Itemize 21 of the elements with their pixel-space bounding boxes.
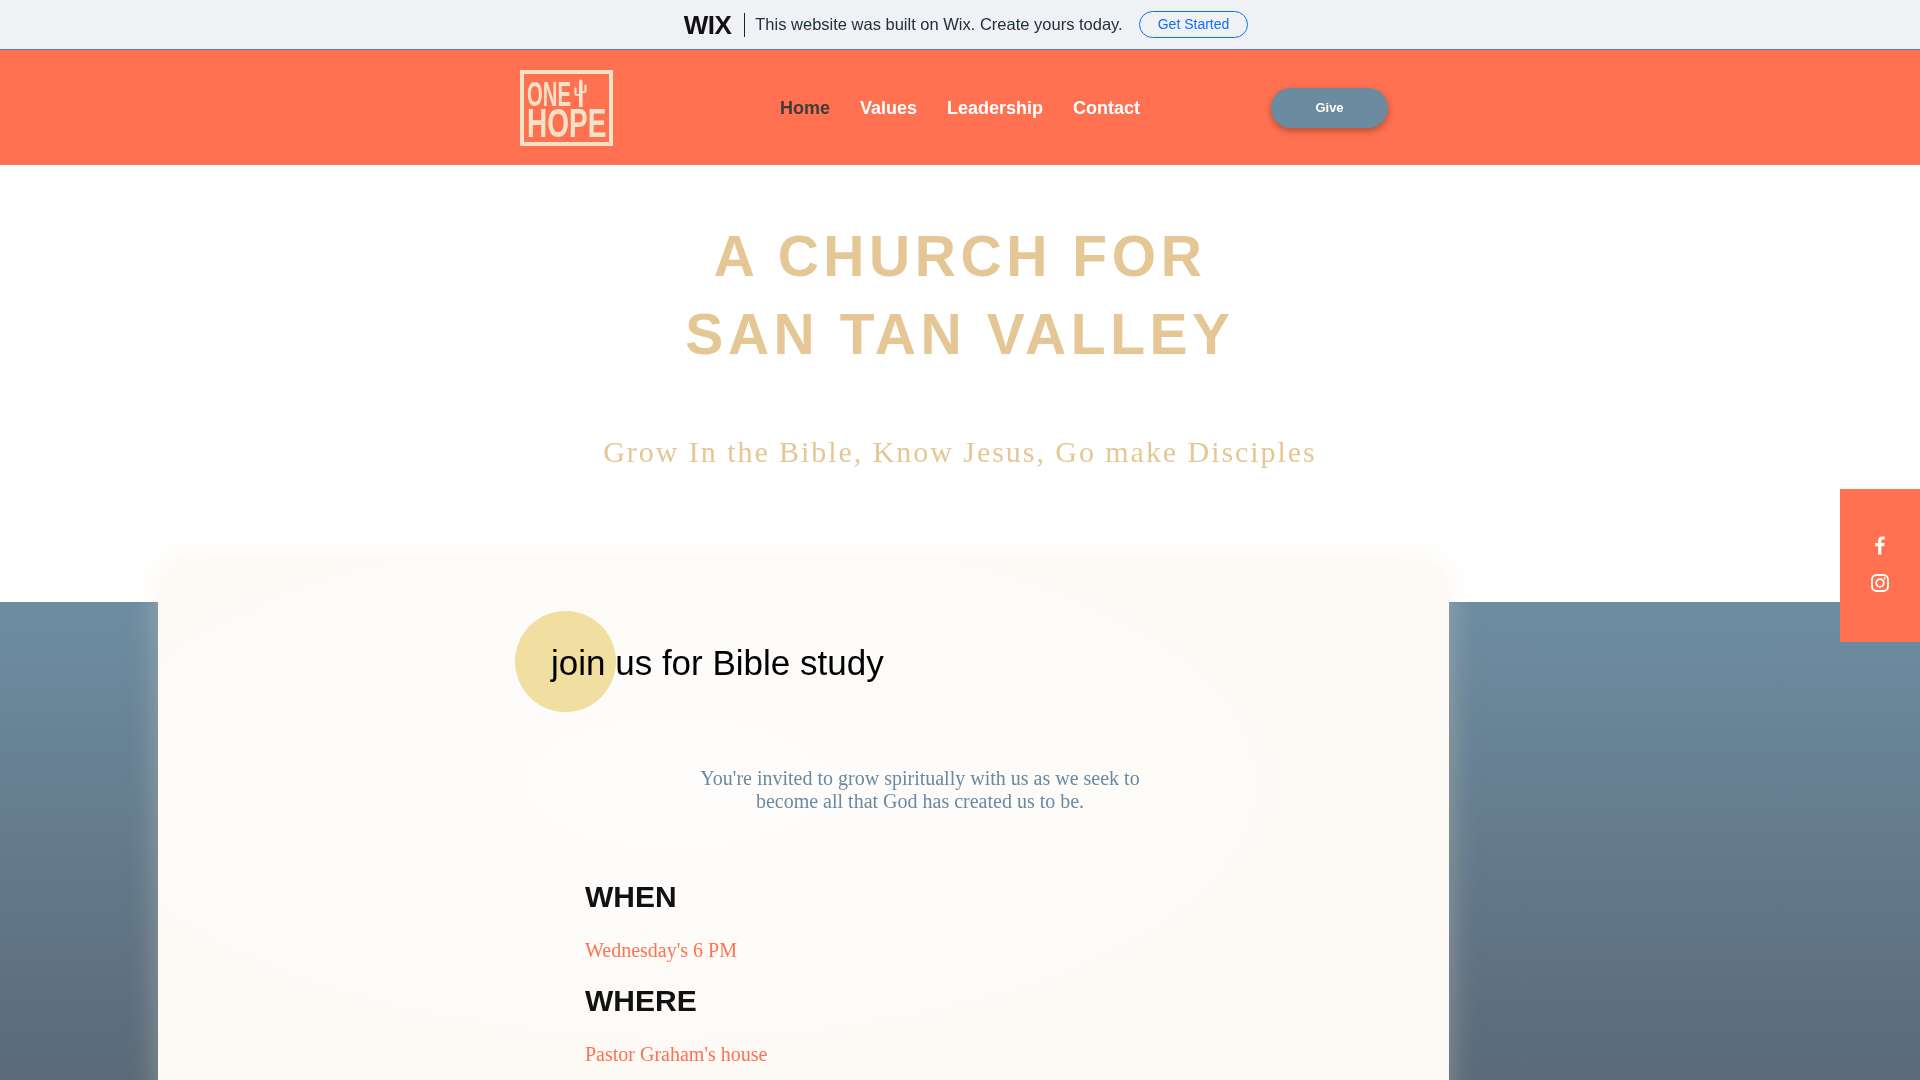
banner-message: This website was built on Wix. Create yours today. — [755, 14, 1123, 36]
nav-link[interactable]: Leadership — [947, 96, 1044, 119]
hero-tagline: Grow In the Bible, Know Jesus, Go make Disciples — [603, 434, 1317, 470]
builder-logo: WIX — [683, 11, 732, 38]
intro-paragraph: You're invited to grow spiritually with us as we seek to become all that God has created us to be. — [699, 767, 1141, 813]
hero-title: A CHURCH FOR SAN TAN VALLEY — [684, 223, 1236, 368]
facebook-icon[interactable] — [1875, 536, 1885, 555]
detail-text: Wednesday's 6 PM — [585, 938, 737, 962]
cactus-icon — [574, 78, 587, 107]
instagram-icon[interactable] — [1871, 574, 1889, 592]
give-button[interactable]: Give — [1271, 87, 1388, 128]
section-heading: join us for Bible study — [551, 642, 884, 684]
logo-text: HOPE — [527, 108, 607, 138]
detail-heading: WHERE — [585, 983, 697, 1019]
nav-link[interactable]: Values — [860, 96, 918, 119]
logo-text: ONE — [527, 80, 571, 106]
site-logo[interactable]: ONE HOPE — [520, 69, 613, 146]
nav-link[interactable]: Contact — [1073, 96, 1141, 119]
nav-link[interactable]: Home — [780, 96, 830, 119]
detail-heading: WHEN — [585, 879, 677, 915]
detail-text: Pastor Graham's house — [585, 1042, 768, 1066]
